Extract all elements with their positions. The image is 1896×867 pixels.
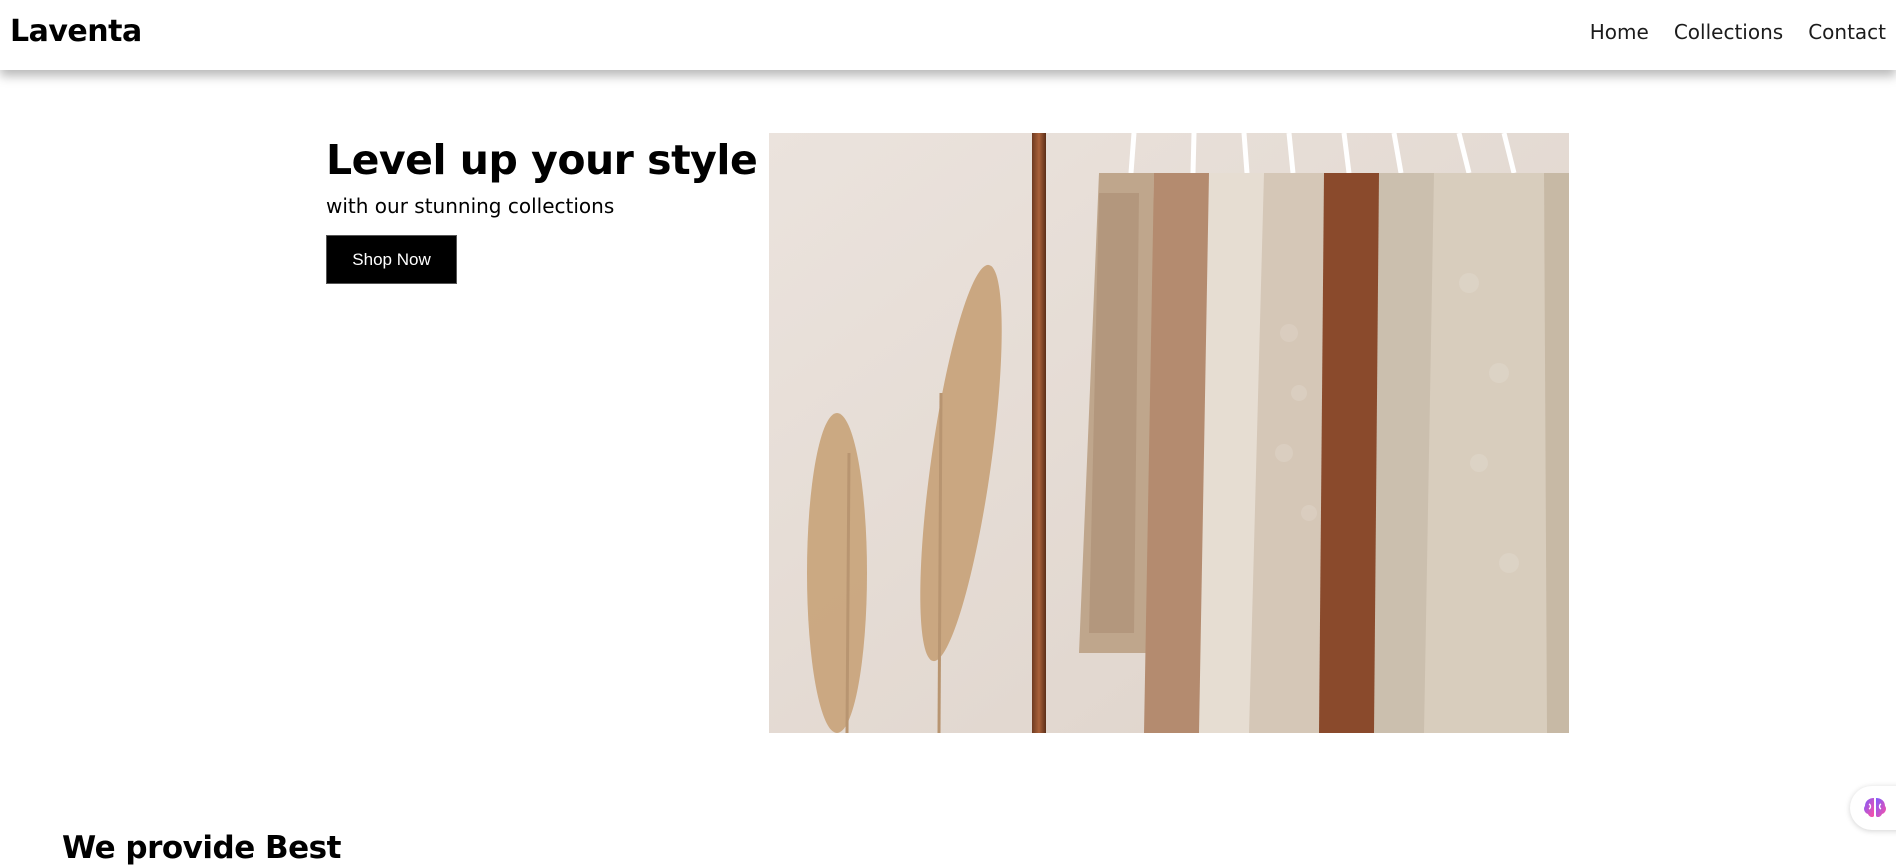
nav-link-home[interactable]: Home	[1590, 20, 1649, 44]
clothing-rack-photo	[769, 133, 1569, 733]
brain-icon	[1864, 798, 1886, 818]
nav-item-collections: Collections	[1674, 20, 1783, 44]
nav-item-contact: Contact	[1808, 20, 1886, 44]
hero-image	[769, 133, 1569, 733]
nav-link-contact[interactable]: Contact	[1808, 20, 1886, 44]
section-title: We provide Best	[62, 830, 341, 866]
nav-item-home: Home	[1590, 20, 1649, 44]
hero-subtitle: with our stunning collections	[326, 194, 615, 218]
floating-assistant-button[interactable]	[1850, 786, 1896, 830]
shop-now-button[interactable]: Shop Now	[326, 235, 457, 284]
brand-logo[interactable]: Laventa	[10, 14, 142, 49]
nav-link-collections[interactable]: Collections	[1674, 20, 1783, 44]
navbar: Laventa Home Collections Contact	[0, 0, 1896, 70]
nav-links: Home Collections Contact	[1590, 20, 1886, 44]
hero-title: Level up your style	[326, 136, 758, 184]
